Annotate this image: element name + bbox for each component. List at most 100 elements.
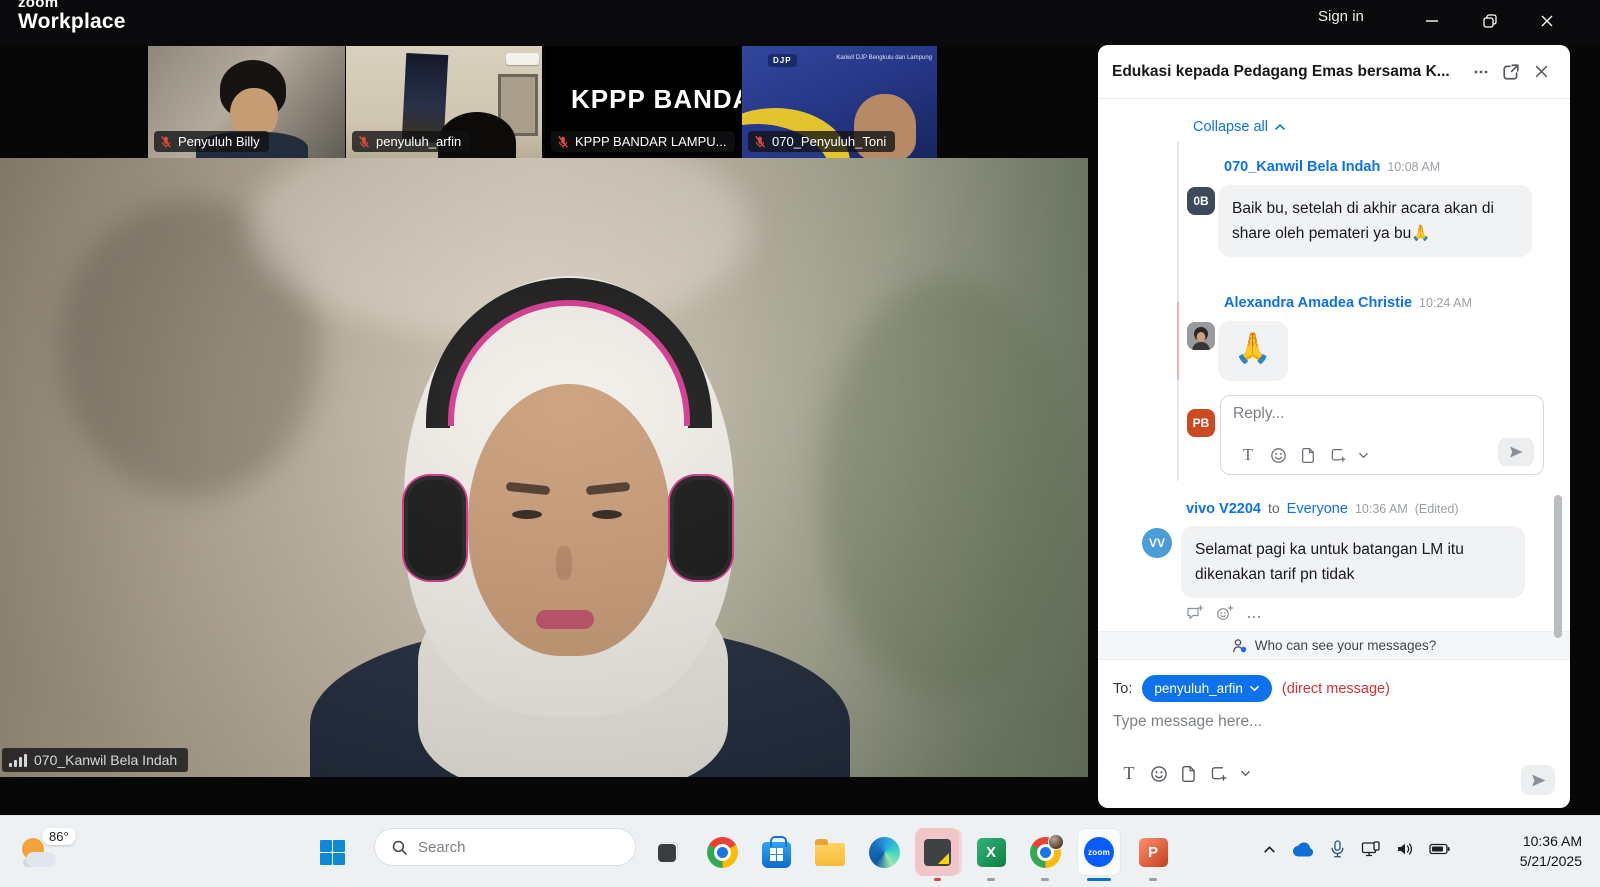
edge-icon: [869, 837, 900, 868]
search-input[interactable]: [418, 839, 598, 856]
restore-button[interactable]: [1467, 4, 1513, 38]
audio-signal-icon: [9, 753, 27, 767]
sender-name[interactable]: Alexandra Amadea Christie: [1224, 295, 1412, 311]
chat-panel: Edukasi kepada Pedagang Emas bersama K..…: [1098, 45, 1570, 808]
speaker-icon: [1396, 841, 1414, 857]
person-privacy-icon: [1232, 638, 1248, 654]
format-text-button[interactable]: T: [1114, 763, 1144, 784]
video-tile-penyuluh-billy[interactable]: Penyuluh Billy: [148, 46, 345, 158]
file-explorer-button[interactable]: [813, 835, 847, 869]
participant-name: Penyuluh Billy: [178, 134, 260, 149]
edge-taskbar-button[interactable]: [867, 835, 901, 869]
excel-taskbar-button[interactable]: X: [974, 835, 1008, 869]
attach-file-button[interactable]: [1293, 447, 1323, 464]
zoom-workplace-logo: zoom Workplace: [18, 0, 126, 33]
battery-tray-button[interactable]: [1422, 843, 1456, 855]
message-bubble[interactable]: Selamat pagi ka untuk batangan LM itu di…: [1181, 526, 1525, 598]
message-header: vivo V2204 to Everyone 10:36 AM (Edited): [1186, 500, 1459, 517]
sender-name[interactable]: vivo V2204: [1186, 501, 1261, 517]
onedrive-cloud-icon: [1292, 842, 1314, 857]
muted-mic-icon: [556, 135, 570, 149]
format-text-button[interactable]: T: [1233, 445, 1263, 465]
recipient-name[interactable]: Everyone: [1287, 501, 1348, 517]
onedrive-tray-button[interactable]: [1286, 842, 1320, 857]
djp-logo: DJP: [768, 54, 797, 67]
chrome-profile-taskbar-button[interactable]: [1028, 835, 1062, 869]
active-speaker-video[interactable]: 070_Kanwil Bela Indah: [0, 158, 1088, 777]
battery-icon: [1429, 843, 1450, 855]
cast-tray-button[interactable]: [1354, 841, 1388, 857]
clock-time: 10:36 AM: [1520, 831, 1582, 851]
zoom-meeting-window: zoom Workplace Sign in Penyuluh Billy pe…: [0, 0, 1600, 887]
microsoft-store-button[interactable]: [759, 835, 793, 869]
background-blur: [250, 158, 750, 338]
speaker-hijab: [418, 578, 728, 777]
sticky-notes-button[interactable]: [920, 835, 954, 869]
excel-icon: X: [977, 838, 1006, 867]
more-options-chevron[interactable]: [1234, 768, 1256, 779]
privacy-note-bar[interactable]: Who can see your messages?: [1098, 631, 1570, 660]
video-tile-penyuluh-toni[interactable]: DJP Kanwil DJP Bengkulu dan Lampung 070_…: [742, 46, 937, 158]
minimize-button[interactable]: [1409, 4, 1455, 38]
reply-input[interactable]: [1233, 405, 1463, 423]
chat-close-button[interactable]: [1526, 57, 1556, 87]
speaker-face: [536, 610, 594, 629]
chat-message-input[interactable]: [1113, 713, 1513, 731]
sign-in-button[interactable]: Sign in: [1318, 8, 1364, 25]
screenshot-button[interactable]: [1323, 447, 1353, 464]
restore-icon: [1482, 13, 1498, 29]
more-options-chevron[interactable]: [1353, 450, 1373, 461]
microphone-tray-button[interactable]: [1320, 840, 1354, 858]
close-window-button[interactable]: [1524, 4, 1570, 38]
send-plane-icon: [1508, 444, 1524, 460]
direct-message-note: (direct message): [1282, 681, 1390, 697]
screenshot-button[interactable]: [1204, 765, 1234, 783]
recipient-selector[interactable]: penyuluh_arfin: [1142, 675, 1272, 702]
sender-name[interactable]: 070_Kanwil Bela Indah: [1224, 159, 1380, 175]
room-ac-unit: [506, 53, 539, 65]
powerpoint-running-dot: [1149, 878, 1157, 881]
message-bubble[interactable]: Baik bu, setelah di akhir acara akan di …: [1218, 185, 1532, 257]
reply-send-button[interactable]: [1498, 438, 1534, 466]
weather-widget[interactable]: 86°: [14, 826, 70, 878]
speaker-face: [586, 482, 631, 496]
chat-more-button[interactable]: [1466, 57, 1496, 87]
headphones: [448, 300, 690, 426]
to-label: To:: [1113, 681, 1132, 697]
volume-tray-button[interactable]: [1388, 841, 1422, 857]
start-button[interactable]: [320, 840, 345, 865]
chat-header: Edukasi kepada Pedagang Emas bersama K..…: [1098, 45, 1570, 99]
chat-send-button[interactable]: [1521, 765, 1555, 795]
add-reaction-button[interactable]: [1216, 605, 1234, 626]
task-view-icon: [655, 839, 681, 865]
active-speaker-name-badge: 070_Kanwil Bela Indah: [2, 748, 188, 772]
zoom-taskbar-button[interactable]: zoom: [1082, 835, 1116, 869]
video-tile-kppp-bandar-lampung[interactable]: KPPP BANDAR... KPPP BANDAR LAMPU...: [545, 46, 741, 158]
taskbar-search[interactable]: [374, 828, 636, 866]
headphones: [426, 278, 712, 428]
powerpoint-icon: P: [1139, 838, 1168, 867]
video-tile-penyuluh-arfin[interactable]: penyuluh_arfin: [346, 46, 542, 158]
avatar: PB: [1187, 409, 1215, 437]
speaker-face: [592, 510, 622, 519]
attach-file-button[interactable]: [1174, 765, 1204, 783]
chat-scrollbar[interactable]: [1554, 495, 1562, 638]
tray-show-hidden-button[interactable]: [1252, 843, 1286, 856]
task-view-button[interactable]: [651, 835, 685, 869]
powerpoint-taskbar-button[interactable]: P: [1136, 835, 1170, 869]
emoji-button[interactable]: [1144, 765, 1174, 783]
more-dots-icon: [1472, 63, 1490, 81]
muted-mic-icon: [753, 135, 767, 149]
taskbar-clock[interactable]: 10:36 AM 5/21/2025: [1520, 831, 1582, 871]
sticky-notes-attention-dot: [934, 878, 941, 881]
message-bubble[interactable]: 🙏: [1218, 321, 1288, 381]
background-blur: [60, 198, 320, 498]
active-speaker-name: 070_Kanwil Bela Indah: [34, 752, 177, 768]
weather-cloud-icon: [26, 852, 56, 867]
chat-popout-button[interactable]: [1496, 57, 1526, 87]
message-more-button[interactable]: [1246, 605, 1262, 626]
chrome-taskbar-button[interactable]: [705, 835, 739, 869]
emoji-button[interactable]: [1263, 447, 1293, 464]
reply-in-thread-button[interactable]: [1186, 605, 1204, 626]
collapse-all-link[interactable]: Collapse all: [1193, 119, 1286, 135]
